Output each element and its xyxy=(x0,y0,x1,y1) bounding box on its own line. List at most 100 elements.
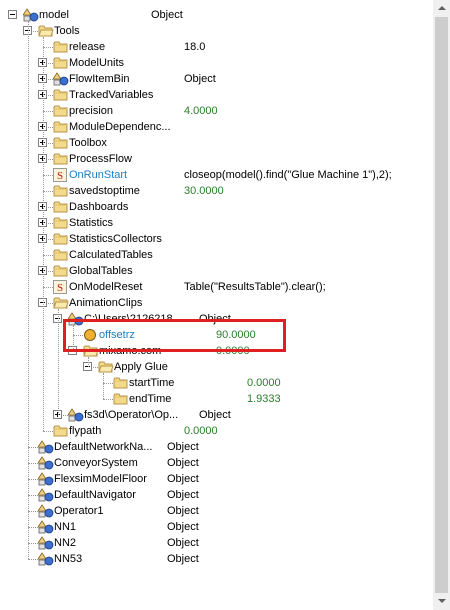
node-value: Object xyxy=(167,489,199,501)
tree-row-starttime[interactable]: startTime 0.0000 xyxy=(0,375,433,391)
tree-connector xyxy=(43,255,53,256)
node-value: 1.9333 xyxy=(247,393,281,405)
node-label[interactable]: DefaultNavigator xyxy=(54,488,136,502)
tree-row-apply-glue[interactable]: Apply Glue xyxy=(0,359,433,375)
node-label[interactable]: Apply Glue xyxy=(114,360,168,374)
node-label[interactable]: NN53 xyxy=(54,552,82,566)
node-label[interactable]: NN2 xyxy=(54,536,76,550)
node-label[interactable]: FlexsimModelFloor xyxy=(54,472,147,486)
node-label[interactable]: Statistics xyxy=(69,216,113,230)
tree-row-moduledependenc[interactable]: ModuleDependenc... xyxy=(0,119,433,135)
tree-row-defaultnavigator[interactable]: DefaultNavigator Object xyxy=(0,487,433,503)
node-value: closeop(model().find("Glue Machine 1"),2… xyxy=(184,169,392,181)
tree-connector xyxy=(103,373,104,399)
node-label[interactable]: GlobalTables xyxy=(69,264,133,278)
node-label[interactable]: ModelUnits xyxy=(69,56,124,70)
tree-connector xyxy=(28,447,38,448)
node-label[interactable]: OnModelReset xyxy=(69,280,142,294)
node-label[interactable]: ProcessFlow xyxy=(69,152,132,166)
tree-connector xyxy=(43,287,53,288)
tree-row-defaultnetworkna[interactable]: DefaultNetworkNa... Object xyxy=(0,439,433,455)
scroll-down-arrow-icon[interactable] xyxy=(433,593,450,610)
tree-row-animationclips[interactable]: AnimationClips xyxy=(0,295,433,311)
tree-row-nn2[interactable]: NN2 Object xyxy=(0,535,433,551)
node-value: 30.0000 xyxy=(184,185,224,197)
node-value: Object xyxy=(167,505,199,517)
tree-connector xyxy=(43,431,53,432)
tree-row-dashboards[interactable]: Dashboards xyxy=(0,199,433,215)
tree-row-statistics[interactable]: Statistics xyxy=(0,215,433,231)
node-label[interactable]: NN1 xyxy=(54,520,76,534)
node-label[interactable]: TrackedVariables xyxy=(69,88,153,102)
tree-connector xyxy=(43,47,53,48)
tree-row-precision[interactable]: precision 4.0000 xyxy=(0,103,433,119)
tree-row-onmodelreset[interactable]: S OnModelReset Table("ResultsTable").clear… xyxy=(0,279,433,295)
node-value: Object xyxy=(167,441,199,453)
tree-connector xyxy=(43,175,53,176)
node-label[interactable]: savedstoptime xyxy=(69,184,140,198)
tree-row-nn1[interactable]: NN1 Object xyxy=(0,519,433,535)
node-label[interactable]: Dashboards xyxy=(69,200,128,214)
highlight-box xyxy=(63,319,286,352)
tree-row-trackedvariables[interactable]: TrackedVariables xyxy=(0,87,433,103)
node-label[interactable]: StatisticsCollectors xyxy=(69,232,162,246)
node-label[interactable]: ConveyorSystem xyxy=(54,456,138,470)
node-label[interactable]: release xyxy=(69,40,105,54)
node-label[interactable]: Operator1 xyxy=(54,504,104,518)
scrollbar-thumb[interactable] xyxy=(435,17,448,593)
tree-row-statisticscollectors[interactable]: StatisticsCollectors xyxy=(0,231,433,247)
node-label[interactable]: model xyxy=(39,8,69,22)
tree-row-flowitembin[interactable]: FlowItemBin Object xyxy=(0,71,433,87)
scroll-up-arrow-icon[interactable] xyxy=(433,0,450,17)
node-label[interactable]: OnRunStart xyxy=(69,168,127,182)
svg-text:S: S xyxy=(57,282,63,294)
tree-row-conveyorsystem[interactable]: ConveyorSystem Object xyxy=(0,455,433,471)
tree-row-modelunits[interactable]: ModelUnits xyxy=(0,55,433,71)
tree-row-flypath[interactable]: flypath 0.0000 xyxy=(0,423,433,439)
tree-connector xyxy=(88,357,89,367)
tree-row-endtime[interactable]: endTime 1.9333 xyxy=(0,391,433,407)
node-label[interactable]: FlowItemBin xyxy=(69,72,130,86)
node-label[interactable]: ModuleDependenc... xyxy=(69,120,171,134)
node-value: 18.0 xyxy=(184,41,206,53)
node-label[interactable]: Tools xyxy=(54,24,80,38)
vertical-scrollbar[interactable] xyxy=(433,0,450,610)
tree-row-flexsimmodelfloor[interactable]: FlexsimModelFloor Object xyxy=(0,471,433,487)
node-label[interactable]: fs3d\Operator\Op... xyxy=(84,408,178,422)
node-label[interactable]: precision xyxy=(69,104,113,118)
tree-row-fs3d-operator-op[interactable]: fs3d\Operator\Op... Object xyxy=(0,407,433,423)
object-icon xyxy=(37,552,54,569)
tree-view[interactable]: model Object Tools release 18.0 ModelUnits Flo… xyxy=(0,0,433,610)
node-label[interactable]: AnimationClips xyxy=(69,296,142,310)
node-label[interactable]: DefaultNetworkNa... xyxy=(54,440,152,454)
node-label[interactable]: CalculatedTables xyxy=(69,248,153,262)
node-value: Object xyxy=(167,473,199,485)
tree-row-release[interactable]: release 18.0 xyxy=(0,39,433,55)
tree-connector xyxy=(28,527,38,528)
tree-connector xyxy=(103,383,113,384)
tree-row-model[interactable]: model Object xyxy=(0,7,433,23)
tree-row-calculatedtables[interactable]: CalculatedTables xyxy=(0,247,433,263)
node-label[interactable]: flypath xyxy=(69,424,101,438)
tree-row-onrunstart[interactable]: S OnRunStart closeop(model().find("Glue Ma… xyxy=(0,167,433,183)
tree-row-savedstoptime[interactable]: savedstoptime 30.0000 xyxy=(0,183,433,199)
tree-row-toolbox[interactable]: Toolbox xyxy=(0,135,433,151)
tree-connector xyxy=(28,463,38,464)
tree-row-operator1[interactable]: Operator1 Object xyxy=(0,503,433,519)
node-value: Table("ResultsTable").clear(); xyxy=(184,281,326,293)
node-label[interactable]: Toolbox xyxy=(69,136,107,150)
svg-text:S: S xyxy=(57,170,63,182)
node-label[interactable]: startTime xyxy=(129,376,174,390)
tree-row-tools[interactable]: Tools xyxy=(0,23,433,39)
node-value: Object xyxy=(184,73,216,85)
node-label[interactable]: endTime xyxy=(129,392,171,406)
tree-connector xyxy=(28,495,38,496)
node-value: 0.0000 xyxy=(184,425,218,437)
tree-row-nn53[interactable]: NN53 Object xyxy=(0,551,433,567)
collapse-minus-icon[interactable] xyxy=(8,10,17,19)
tree-connector xyxy=(28,511,38,512)
tree-row-globaltables[interactable]: GlobalTables xyxy=(0,263,433,279)
node-value: Object xyxy=(167,537,199,549)
tree-connector xyxy=(28,479,38,480)
tree-row-processflow[interactable]: ProcessFlow xyxy=(0,151,433,167)
